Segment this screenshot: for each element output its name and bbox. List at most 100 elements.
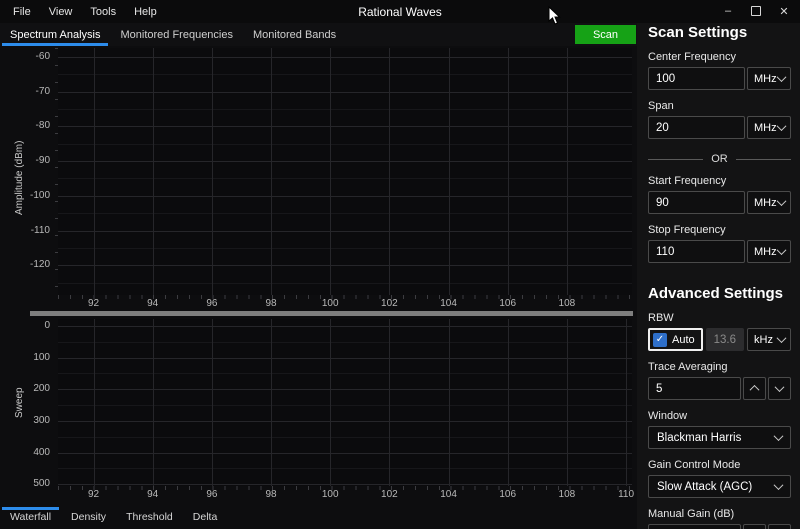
chevron-down-icon (776, 333, 787, 344)
or-label: OR (711, 153, 728, 165)
tab-spectrum-analysis[interactable]: Spectrum Analysis (0, 23, 110, 46)
chevron-down-icon (776, 245, 787, 256)
y-tick-label: -120 (29, 259, 50, 271)
close-button[interactable]: ✕ (770, 0, 798, 22)
y-tick-label: 300 (33, 414, 50, 426)
major-gridline (626, 319, 628, 486)
or-divider: OR (648, 153, 791, 165)
chart-splitter-handle[interactable] (30, 311, 633, 316)
y-tick-label: 200 (33, 383, 50, 395)
major-gridline (507, 48, 509, 295)
major-gridline (58, 484, 632, 486)
tab-monitored-frequencies[interactable]: Monitored Frequencies (110, 23, 243, 46)
x-tick-label: 94 (147, 489, 159, 500)
span-label: Span (648, 100, 674, 112)
spectrum-plot-area[interactable] (58, 48, 632, 295)
menu-tools[interactable]: Tools (81, 6, 125, 18)
main-tab-bar: Spectrum Analysis Monitored Frequencies … (0, 23, 637, 46)
major-gridline (58, 452, 632, 454)
span-unit-select[interactable]: MHz (747, 116, 791, 139)
chevron-down-icon (776, 72, 787, 83)
scan-button[interactable]: Scan (575, 25, 636, 44)
tab-monitored-bands[interactable]: Monitored Bands (243, 23, 346, 46)
x-tick-label: 94 (147, 298, 159, 309)
gain-control-mode-selected-value: Slow Attack (AGC) (657, 480, 753, 493)
chevron-up-icon (749, 384, 760, 395)
tab-delta[interactable]: Delta (183, 505, 228, 529)
sweep-axis-title: Sweep (14, 387, 25, 418)
major-gridline (58, 357, 632, 359)
major-gridline (271, 319, 272, 486)
major-gridline (448, 319, 450, 486)
waterfall-plot-area[interactable] (58, 319, 632, 486)
tab-threshold[interactable]: Threshold (116, 505, 183, 529)
stop-frequency-input[interactable] (648, 240, 745, 263)
start-frequency-input[interactable] (648, 191, 745, 214)
major-gridline (152, 319, 154, 486)
x-tick-label: 98 (265, 298, 277, 309)
minor-gridline (58, 436, 632, 438)
x-tick-label: 102 (381, 298, 398, 309)
x-tick-label: 92 (87, 489, 100, 500)
major-gridline (58, 265, 632, 267)
major-gridline (211, 319, 213, 486)
start-frequency-unit-select[interactable]: MHz (747, 191, 791, 214)
center-frequency-unit-select[interactable]: MHz (747, 67, 791, 90)
scan-settings-heading: Scan Settings (648, 24, 748, 41)
x-tick-label: 108 (558, 298, 576, 309)
major-gridline (58, 126, 632, 128)
minor-gridline (58, 143, 632, 145)
spectrum-chart: -60 -70 -80 -90 -100 -110 -120 92 94 96 98 100 102 1… (0, 46, 637, 310)
x-tick-label: 106 (499, 298, 517, 309)
x-tick-label: 106 (499, 489, 517, 500)
window-select[interactable]: Blackman Harris (648, 426, 791, 449)
major-gridline (566, 319, 568, 486)
x-tick-label: 108 (558, 489, 576, 500)
maximize-button[interactable] (742, 0, 770, 22)
major-gridline (507, 319, 509, 486)
rbw-auto-checkbox[interactable]: ✓ (653, 332, 667, 347)
waterfall-view-tab-bar: Waterfall Density Threshold Delta (0, 505, 637, 529)
major-gridline (93, 319, 95, 486)
manual-gain-increment-button (743, 524, 766, 529)
waterfall-x-axis-labels: 92 94 96 98 100 102 104 106 108 110 (58, 489, 634, 502)
trace-averaging-increment-button[interactable] (743, 377, 766, 400)
settings-panel: Scan Settings Center Frequency MHz Span … (637, 0, 800, 529)
minor-gridline (58, 282, 632, 284)
rational-waves-window: File View Tools Help Rational Waves – ✕ … (0, 0, 800, 529)
minor-gridline (58, 341, 632, 343)
minor-gridline (58, 109, 632, 111)
rbw-auto-label: Auto (672, 333, 695, 346)
chevron-down-icon (773, 480, 784, 491)
minor-gridline (58, 468, 632, 470)
minor-gridline (58, 247, 632, 249)
manual-gain-input[interactable] (648, 524, 741, 529)
trace-averaging-input[interactable] (648, 377, 741, 400)
center-frequency-input[interactable] (648, 67, 745, 90)
span-input[interactable] (648, 116, 745, 139)
start-frequency-label: Start Frequency (648, 175, 727, 187)
minimize-button[interactable]: – (714, 0, 742, 22)
trace-averaging-decrement-button[interactable] (768, 377, 791, 400)
spectrum-y-axis-labels: -60 -70 -80 -90 -100 -110 -120 (0, 48, 54, 295)
tab-waterfall[interactable]: Waterfall (0, 505, 61, 529)
tab-density[interactable]: Density (61, 505, 116, 529)
major-gridline (152, 48, 154, 295)
stop-frequency-unit-select[interactable]: MHz (747, 240, 791, 263)
chevron-down-icon (776, 196, 787, 207)
menu-file[interactable]: File (4, 6, 40, 18)
minor-gridline (58, 74, 632, 76)
x-tick-label: 98 (265, 489, 277, 500)
major-gridline (389, 48, 391, 295)
menu-help[interactable]: Help (125, 6, 166, 18)
manual-gain-decrement-button[interactable] (768, 524, 791, 529)
minor-gridline (58, 178, 632, 180)
gain-control-mode-select[interactable]: Slow Attack (AGC) (648, 475, 791, 498)
trace-averaging-label: Trace Averaging (648, 361, 728, 373)
advanced-settings-heading: Advanced Settings (648, 285, 784, 302)
rbw-auto-checkbox-group[interactable]: ✓ Auto (648, 328, 703, 351)
rbw-unit-select[interactable]: kHz (747, 328, 791, 351)
menu-view[interactable]: View (40, 6, 82, 18)
maximize-icon (751, 6, 761, 16)
x-tick-label: 96 (206, 489, 218, 500)
